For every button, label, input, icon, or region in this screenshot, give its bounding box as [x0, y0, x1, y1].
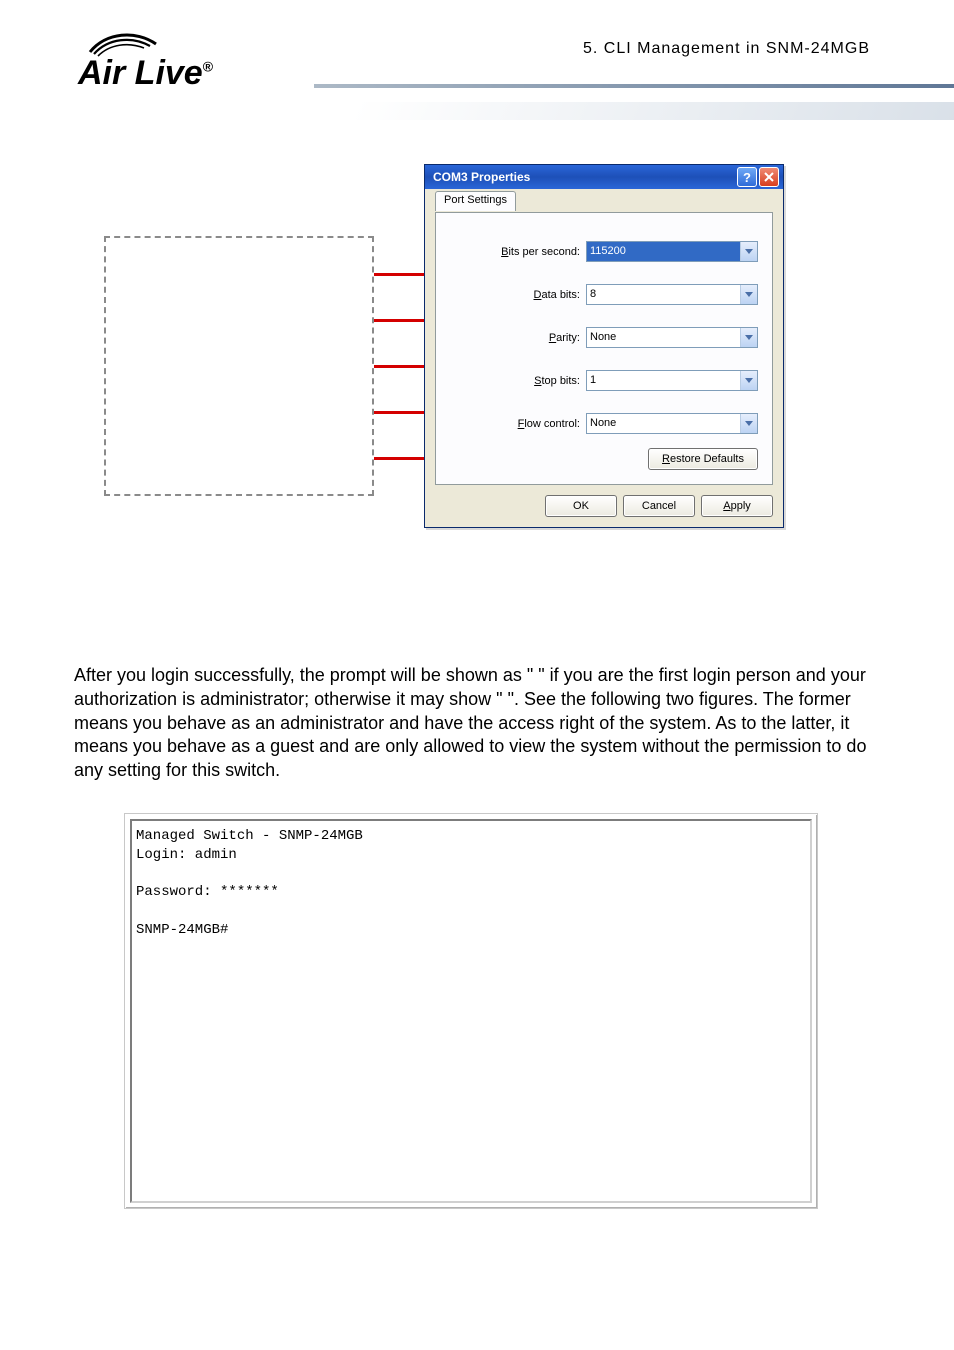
terminal-output: Managed Switch - SNMP-24MGB Login: admin… [130, 819, 812, 1203]
dropdown-button[interactable] [740, 371, 757, 390]
dialog-titlebar[interactable]: COM3 Properties ? [425, 165, 783, 189]
callout-dashed-box [104, 236, 374, 496]
label-bits-per-second: Bits per second: [450, 246, 586, 258]
figure-area: COM3 Properties ? Port Settings Bits per… [74, 164, 880, 604]
field-parity: Parity: None [450, 327, 758, 348]
tab-port-settings[interactable]: Port Settings [435, 191, 516, 211]
data-bits-value: 8 [587, 285, 740, 304]
dropdown-button[interactable] [740, 328, 757, 347]
chevron-down-icon [745, 421, 753, 427]
header-divider [314, 84, 954, 114]
restore-defaults-button[interactable]: Restore Defaults [648, 448, 758, 470]
close-button[interactable] [759, 167, 779, 187]
parity-combo[interactable]: None [586, 327, 758, 348]
parity-value: None [587, 328, 740, 347]
label-flow-control: Flow control: [450, 418, 586, 430]
terminal-figure: Managed Switch - SNMP-24MGB Login: admin… [124, 813, 818, 1209]
chevron-down-icon [745, 335, 753, 341]
dropdown-button[interactable] [740, 285, 757, 304]
brand-logo: Air Live® [74, 28, 274, 96]
chevron-down-icon [745, 292, 753, 298]
bits-per-second-combo[interactable]: 115200 [586, 241, 758, 262]
header-section-label: 5. CLI Management in SNM-24MGB [583, 40, 870, 58]
stop-bits-value: 1 [587, 371, 740, 390]
label-stop-bits: Stop bits: [450, 375, 586, 387]
dropdown-button[interactable] [740, 414, 757, 433]
logo-text: Air Live® [78, 54, 213, 93]
apply-button[interactable]: Apply [701, 495, 773, 517]
data-bits-combo[interactable]: 8 [586, 284, 758, 305]
ok-button[interactable]: OK [545, 495, 617, 517]
dialog-footer: OK Cancel Apply [435, 495, 773, 517]
dialog-title: COM3 Properties [433, 170, 735, 184]
chevron-down-icon [745, 378, 753, 384]
field-data-bits: Data bits: 8 [450, 284, 758, 305]
flow-control-value: None [587, 414, 740, 433]
restore-row: Restore Defaults [450, 448, 758, 470]
tab-strip: Port Settings [435, 191, 773, 213]
chevron-down-icon [745, 249, 753, 255]
close-icon [764, 172, 774, 182]
com-properties-dialog: COM3 Properties ? Port Settings Bits per… [424, 164, 784, 528]
page: 5. CLI Management in SNM-24MGB Air Live®… [0, 0, 954, 1350]
tab-panel: Bits per second: 115200 Data bits: 8 [435, 212, 773, 485]
flow-control-combo[interactable]: None [586, 413, 758, 434]
cancel-button[interactable]: Cancel [623, 495, 695, 517]
label-parity: Parity: [450, 332, 586, 344]
field-flow-control: Flow control: None [450, 413, 758, 434]
dialog-body: Port Settings Bits per second: 115200 [425, 189, 783, 527]
body-paragraph: After you login successfully, the prompt… [74, 664, 880, 783]
help-button[interactable]: ? [737, 167, 757, 187]
page-header: 5. CLI Management in SNM-24MGB Air Live® [74, 28, 880, 108]
label-data-bits: Data bits: [450, 289, 586, 301]
dropdown-button[interactable] [740, 242, 757, 261]
field-bits-per-second: Bits per second: 115200 [450, 241, 758, 262]
bits-per-second-value: 115200 [587, 242, 740, 261]
stop-bits-combo[interactable]: 1 [586, 370, 758, 391]
field-stop-bits: Stop bits: 1 [450, 370, 758, 391]
